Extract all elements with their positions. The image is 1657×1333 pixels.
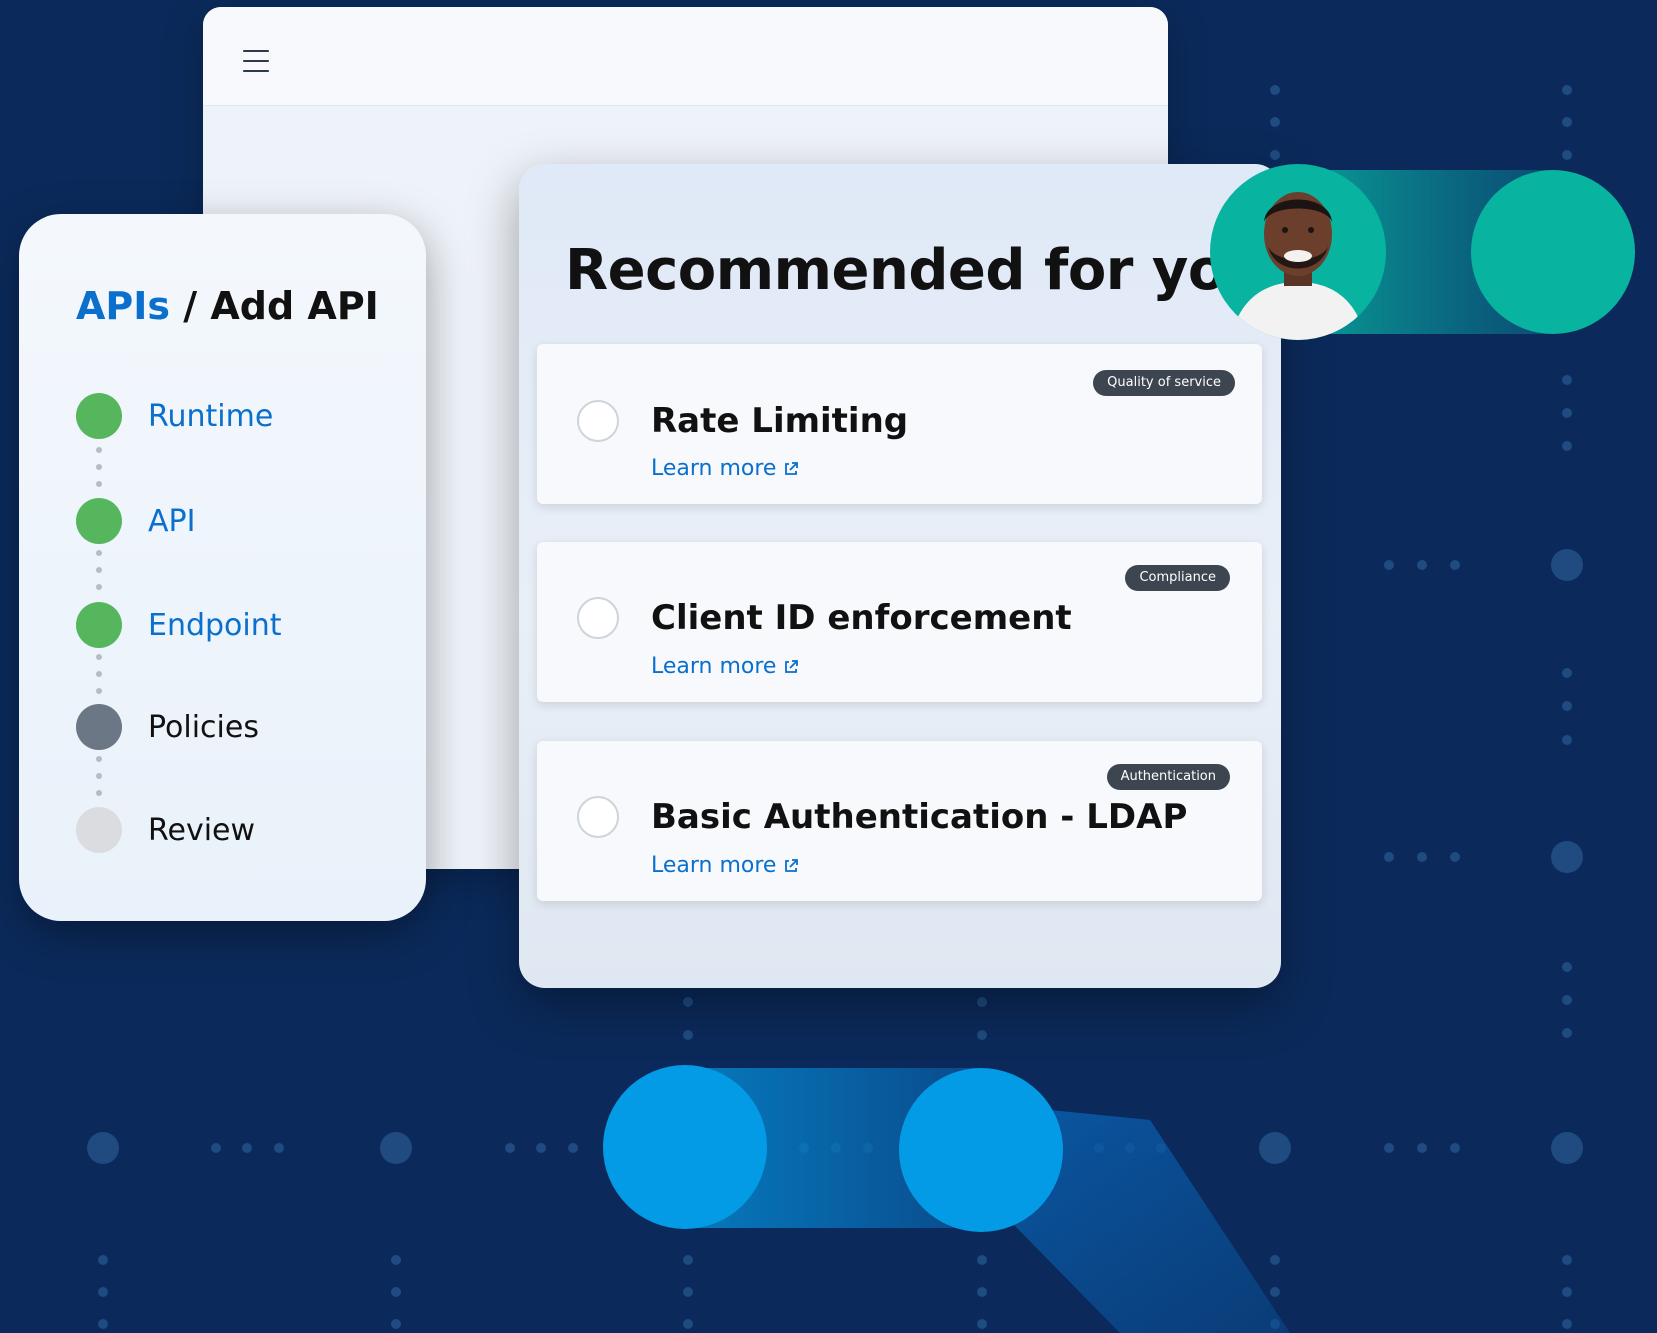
breadcrumb-separator: / <box>170 284 211 328</box>
step-label: API <box>148 503 196 539</box>
user-avatar-photo <box>1210 164 1386 340</box>
learn-more-link[interactable]: Learn more <box>651 456 799 481</box>
category-badge: Authentication <box>1106 764 1230 790</box>
recommendation-card-basic-auth-ldap: Basic Authentication - LDAP Learn more A… <box>537 741 1262 901</box>
window-topbar <box>203 7 1168 106</box>
external-link-icon <box>785 659 799 673</box>
step-label: Runtime <box>148 398 274 434</box>
external-link-icon <box>785 461 799 475</box>
avatar <box>1210 164 1386 340</box>
learn-more-link[interactable]: Learn more <box>651 853 799 878</box>
step-complete-indicator <box>76 602 122 648</box>
step-connector <box>96 447 102 487</box>
step-runtime[interactable]: Runtime <box>76 392 273 440</box>
blue-connector-shape <box>603 1065 1290 1333</box>
step-review[interactable]: Review <box>76 806 255 854</box>
step-connector <box>96 654 102 694</box>
policy-title: Client ID enforcement <box>651 598 1072 638</box>
step-api[interactable]: API <box>76 497 195 545</box>
policy-title: Rate Limiting <box>651 401 909 441</box>
step-policies[interactable]: Policies <box>76 703 259 751</box>
breadcrumb: APIs / Add API <box>76 284 379 328</box>
step-label: Policies <box>148 709 259 745</box>
step-endpoint[interactable]: Endpoint <box>76 601 282 649</box>
recommendations-panel: Recommended for you Rate Limiting Learn … <box>519 164 1281 988</box>
step-complete-indicator <box>76 393 122 439</box>
panel-title: Recommended for you <box>565 238 1266 303</box>
breadcrumb-link-apis[interactable]: APIs <box>76 284 170 328</box>
breadcrumb-current: Add API <box>210 284 379 328</box>
select-radio[interactable] <box>577 597 619 639</box>
recommendation-card-rate-limiting: Rate Limiting Learn more Quality of serv… <box>537 344 1262 504</box>
step-connector <box>96 756 102 796</box>
learn-more-link[interactable]: Learn more <box>651 654 799 679</box>
step-complete-indicator <box>76 498 122 544</box>
step-label: Endpoint <box>148 607 282 643</box>
step-current-indicator <box>76 704 122 750</box>
add-api-stepper-card: APIs / Add API Runtime API Endpoint Poli… <box>19 214 426 921</box>
category-badge: Quality of service <box>1093 370 1235 396</box>
policy-title: Basic Authentication - LDAP <box>651 797 1188 837</box>
category-badge: Compliance <box>1125 565 1230 591</box>
step-connector <box>96 550 102 590</box>
hamburger-menu-icon[interactable] <box>243 50 269 72</box>
step-label: Review <box>148 812 256 848</box>
recommendation-card-client-id: Client ID enforcement Learn more Complia… <box>537 542 1262 702</box>
select-radio[interactable] <box>577 796 619 838</box>
external-link-icon <box>785 858 799 872</box>
step-pending-indicator <box>76 807 122 853</box>
select-radio[interactable] <box>577 400 619 442</box>
